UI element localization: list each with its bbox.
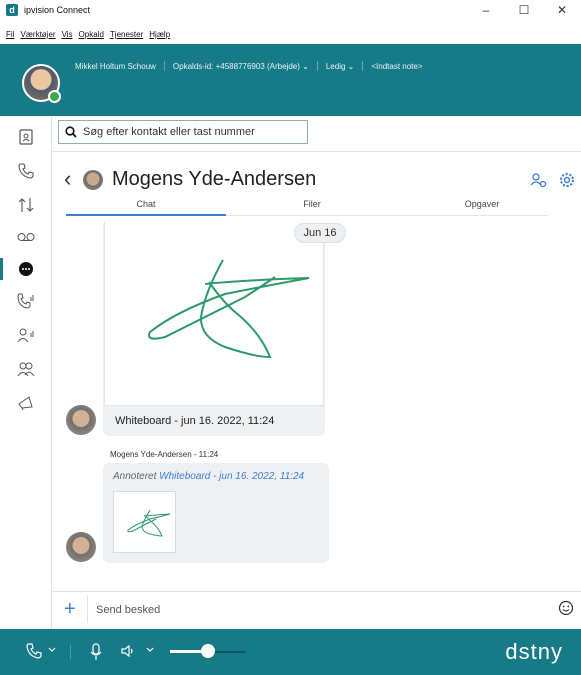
calls-nav[interactable] bbox=[0, 158, 52, 184]
people-icon bbox=[17, 362, 35, 377]
arrows-updown-icon bbox=[18, 198, 34, 212]
emoji-icon[interactable] bbox=[558, 600, 574, 616]
groups-nav[interactable] bbox=[0, 356, 52, 382]
phone-queue-icon bbox=[17, 293, 34, 309]
announce-nav[interactable] bbox=[0, 390, 52, 416]
message-input[interactable] bbox=[96, 601, 536, 619]
tab-opgaver[interactable]: Opgaver bbox=[402, 199, 562, 209]
divider bbox=[226, 215, 548, 216]
divider bbox=[87, 595, 88, 623]
phone-icon[interactable] bbox=[26, 643, 42, 659]
user-name: Mikkel Holtum Schouw bbox=[75, 61, 156, 71]
annotated-message[interactable]: Annoteret Whiteboard - jun 16. 2022, 11:… bbox=[103, 463, 329, 563]
caller-id-selector[interactable]: Opkalds-id: +4588776903 (Arbejde) ⌄ bbox=[173, 62, 309, 71]
whiteboard-thumbnail[interactable] bbox=[113, 491, 176, 553]
menu-bar: Fil Værktøjer Vis Opkald Tjenester Hjælp bbox=[0, 30, 170, 44]
menu-fil[interactable]: Fil bbox=[6, 30, 14, 44]
gear-icon[interactable] bbox=[559, 172, 575, 188]
chevron-down-icon[interactable] bbox=[48, 647, 56, 653]
volume-slider-knob[interactable] bbox=[201, 644, 215, 658]
contact-card-icon bbox=[19, 129, 33, 145]
annotation-text: Annoteret Whiteboard - jun 16. 2022, 11:… bbox=[113, 471, 304, 482]
microphone-icon[interactable] bbox=[90, 643, 102, 661]
status-label: Ledig bbox=[325, 61, 346, 71]
voicemail-nav[interactable] bbox=[0, 224, 52, 250]
person-queue-icon bbox=[17, 328, 34, 343]
menu-vaerktoejer[interactable]: Værktøjer bbox=[20, 30, 55, 44]
add-attachment-button[interactable]: + bbox=[64, 598, 76, 621]
phone-icon bbox=[18, 163, 34, 179]
megaphone-icon bbox=[18, 396, 33, 411]
menu-vis[interactable]: Vis bbox=[62, 30, 73, 44]
window-title: ipvision Connect bbox=[24, 5, 91, 15]
search-box[interactable] bbox=[58, 120, 308, 144]
contact-avatar bbox=[83, 170, 103, 190]
window-titlebar: d ipvision Connect – ☐ ✕ bbox=[0, 0, 581, 20]
voicemail-icon bbox=[17, 233, 35, 241]
whiteboard-image[interactable] bbox=[104, 222, 324, 406]
minimize-button[interactable]: – bbox=[467, 0, 505, 20]
status-selector[interactable]: Ledig ⌄ bbox=[326, 62, 355, 71]
whiteboard-caption: Whiteboard - jun 16. 2022, 11:24 bbox=[115, 415, 275, 427]
message-sender-line: Mogens Yde-Andersen - 11:24 bbox=[110, 450, 219, 459]
presence-indicator bbox=[48, 90, 61, 103]
note-field[interactable]: <Indtast note> bbox=[371, 62, 422, 71]
brand-logo: dstny bbox=[505, 639, 563, 664]
annotation-prefix: Annoteret bbox=[113, 471, 157, 482]
left-nav-rail bbox=[0, 116, 52, 629]
contacts-nav[interactable] bbox=[0, 124, 52, 150]
close-button[interactable]: ✕ bbox=[543, 0, 581, 20]
tab-chat[interactable]: Chat bbox=[66, 199, 226, 209]
chevron-down-icon: ⌄ bbox=[347, 61, 355, 71]
transfer-nav[interactable] bbox=[0, 192, 52, 218]
user-header: Mikkel Holtum Schouw Opkalds-id: +458877… bbox=[0, 44, 581, 116]
sender-avatar bbox=[66, 532, 96, 562]
active-tab-indicator bbox=[66, 214, 226, 216]
menu-tjenester[interactable]: Tjenester bbox=[110, 30, 143, 44]
contact-name: Mogens Yde-Andersen bbox=[112, 168, 317, 190]
people-settings-icon[interactable] bbox=[530, 172, 548, 188]
chat-bubble-icon bbox=[19, 262, 33, 276]
divider bbox=[52, 591, 581, 592]
app-logo: d bbox=[6, 4, 18, 16]
search-icon bbox=[65, 126, 77, 138]
menu-opkald[interactable]: Opkald bbox=[79, 30, 104, 44]
back-chevron-icon[interactable]: ‹ bbox=[64, 166, 71, 192]
date-separator: Jun 16 bbox=[294, 223, 346, 243]
annotation-link[interactable]: Whiteboard - jun 16. 2022, 11:24 bbox=[159, 471, 304, 482]
search-input[interactable] bbox=[83, 126, 293, 138]
divider bbox=[52, 151, 581, 152]
sender-avatar bbox=[66, 405, 96, 435]
chat-nav[interactable] bbox=[0, 256, 52, 282]
chevron-down-icon: ⌄ bbox=[302, 61, 309, 71]
caller-id-label: Opkalds-id: +4588776903 (Arbejde) bbox=[172, 61, 300, 71]
call-queue-nav[interactable] bbox=[0, 288, 52, 314]
bottom-control-bar: dstny bbox=[0, 629, 581, 675]
whiteboard-message[interactable]: Whiteboard - jun 16. 2022, 11:24 bbox=[103, 222, 325, 436]
divider bbox=[70, 645, 71, 659]
speaker-icon[interactable] bbox=[120, 643, 136, 659]
chevron-down-icon[interactable] bbox=[146, 647, 154, 653]
user-queue-nav[interactable] bbox=[0, 322, 52, 348]
menu-hjaelp[interactable]: Hjælp bbox=[149, 30, 170, 44]
maximize-button[interactable]: ☐ bbox=[505, 0, 543, 20]
tab-filer[interactable]: Filer bbox=[232, 199, 392, 209]
